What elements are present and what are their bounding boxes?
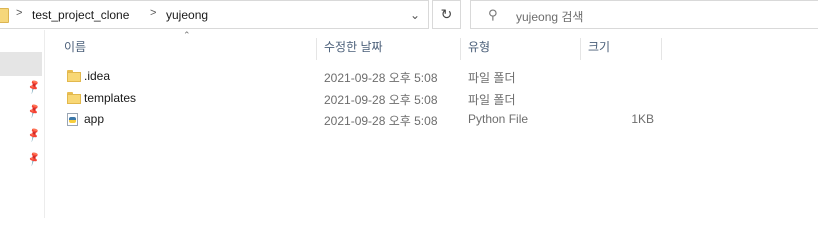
search-input[interactable]: ⚲ yujeong 검색 (470, 0, 818, 29)
nav-item-selected[interactable] (0, 52, 42, 76)
column-divider[interactable] (661, 38, 662, 60)
file-type: 파일 폴더 (468, 93, 516, 107)
folder-icon (67, 70, 81, 82)
file-date: 2021-09-28 오후 5:08 (324, 114, 438, 128)
refresh-button[interactable]: ↻ (432, 0, 461, 29)
column-header-type[interactable]: 유형 (468, 38, 490, 58)
address-bar[interactable]: > test_project_clone > yujeong ⌄ (0, 0, 429, 29)
file-type: 파일 폴더 (468, 71, 516, 85)
search-icon: ⚲ (488, 7, 498, 22)
column-header-date[interactable]: 수정한 날짜 (324, 38, 383, 58)
file-row-app[interactable]: app 2021-09-28 오후 5:08 Python File 1KB (60, 110, 818, 130)
pin-icon: 📌 (26, 127, 43, 144)
breadcrumb-separator[interactable]: > (16, 7, 22, 19)
pin-icon: 📌 (26, 151, 43, 168)
column-header-name[interactable]: 이름 (64, 38, 86, 58)
navigation-pane: 📌 📌 📌 📌 (0, 30, 45, 218)
python-file-icon (67, 113, 79, 127)
address-dropdown-button[interactable]: ⌄ (405, 5, 425, 25)
file-type: Python File (468, 112, 529, 126)
column-header-size[interactable]: 크기 (588, 38, 610, 58)
breadcrumb-test-project-clone[interactable]: test_project_clone (32, 8, 129, 22)
file-size: 1KB (631, 112, 654, 126)
chevron-down-icon: ⌄ (409, 8, 421, 22)
search-placeholder: yujeong 검색 (516, 10, 584, 24)
refresh-icon: ↻ (440, 6, 453, 22)
column-divider[interactable] (316, 38, 317, 60)
column-divider[interactable] (580, 38, 581, 60)
file-row-idea[interactable]: .idea 2021-09-28 오후 5:08 파일 폴더 (60, 67, 818, 87)
sort-ascending-icon: ⌃ (183, 30, 191, 40)
breadcrumb-separator[interactable]: > (150, 7, 156, 19)
file-name: templates (84, 91, 137, 105)
file-date: 2021-09-28 오후 5:08 (324, 93, 438, 107)
file-row-templates[interactable]: templates 2021-09-28 오후 5:08 파일 폴더 (60, 89, 818, 109)
pin-icon: 📌 (26, 103, 43, 120)
file-name: .idea (84, 69, 111, 83)
file-date: 2021-09-28 오후 5:08 (324, 71, 438, 85)
file-name: app (84, 112, 105, 126)
column-divider[interactable] (460, 38, 461, 60)
folder-icon (67, 92, 81, 104)
folder-icon (0, 8, 9, 23)
breadcrumb-yujeong[interactable]: yujeong (166, 8, 208, 22)
pin-icon: 📌 (26, 79, 43, 96)
